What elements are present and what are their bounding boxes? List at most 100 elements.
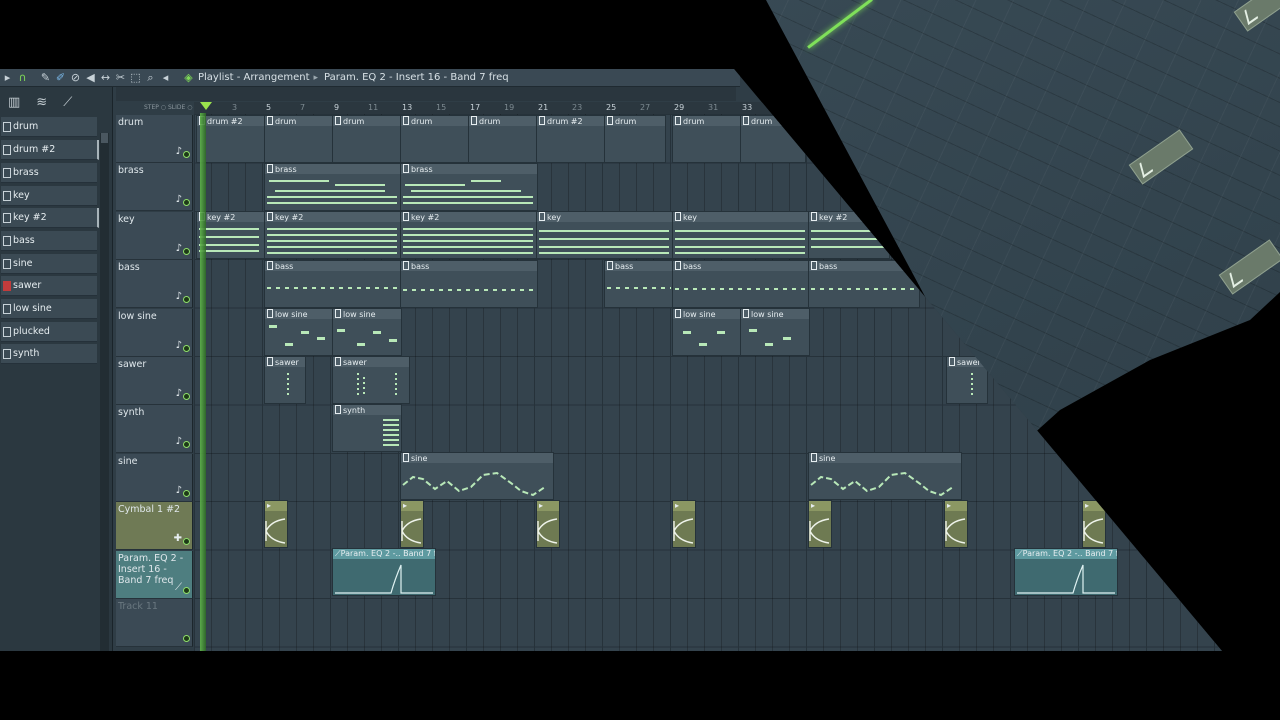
track-header-key[interactable]: key ♪: [116, 212, 193, 260]
slice-icon[interactable]: ✂: [113, 71, 128, 84]
clip-key[interactable]: key: [672, 211, 810, 259]
track-mute-led[interactable]: [183, 296, 190, 303]
clip-drum[interactable]: drum: [400, 115, 470, 163]
audio-view-icon[interactable]: ≋: [36, 95, 47, 110]
picker-item-drum[interactable]: drum: [1, 117, 97, 137]
clip-label: bass: [411, 262, 430, 271]
paint-icon[interactable]: ✐: [53, 71, 68, 84]
picker-item-bass[interactable]: bass: [1, 231, 97, 251]
clip-drum[interactable]: drum: [264, 115, 334, 163]
clip-header: key #2: [197, 212, 265, 222]
track-mute-led[interactable]: [183, 151, 190, 158]
clip-low-sine[interactable]: low sine: [672, 308, 742, 356]
track-mute-led[interactable]: [183, 587, 190, 594]
clip-bass[interactable]: bass: [808, 260, 920, 308]
track-header-automation[interactable]: Param. EQ 2 - Insert 16 - Band 7 freq ⟋: [116, 551, 193, 599]
menu-arrow-icon[interactable]: ▸: [0, 71, 15, 84]
clip-bass[interactable]: bass: [400, 260, 538, 308]
picker-item-synth[interactable]: synth: [1, 344, 97, 364]
zoom-icon[interactable]: ⌕: [143, 71, 158, 85]
playhead-icon[interactable]: [200, 102, 212, 110]
track-mute-led[interactable]: [183, 393, 190, 400]
clip-bass[interactable]: bass: [672, 260, 810, 308]
picker-item-key-2[interactable]: key #2: [1, 208, 99, 228]
clip-sine[interactable]: sine: [400, 452, 554, 500]
picker-item-low-sine[interactable]: low sine: [1, 299, 97, 319]
clip-drum[interactable]: drum: [332, 115, 402, 163]
track-mute-led[interactable]: [183, 538, 190, 545]
track-header-sine[interactable]: sine ♪: [116, 454, 193, 502]
clip-cymbal[interactable]: ▸: [808, 500, 832, 548]
select-icon[interactable]: ⬚: [128, 71, 143, 84]
track-mute-led[interactable]: [183, 248, 190, 255]
breadcrumb-automation[interactable]: Param. EQ 2 - Insert 16 - Band 7 freq: [324, 72, 509, 83]
picker-item-key[interactable]: key: [1, 186, 97, 206]
clip-drum[interactable]: drum: [468, 115, 538, 163]
picker-item-drum-2[interactable]: drum #2: [1, 140, 99, 160]
clip-automation[interactable]: ⟋Param. EQ 2 -.. Band 7 freq: [1014, 548, 1118, 596]
clip-key-2[interactable]: key #2: [808, 211, 890, 259]
clip-synth[interactable]: synth: [332, 404, 402, 452]
track-mute-led[interactable]: [183, 490, 190, 497]
clip-cymbal[interactable]: ▸: [536, 500, 560, 548]
clip-bass[interactable]: bass: [264, 260, 402, 308]
clip-brass[interactable]: brass: [400, 163, 538, 211]
track-mute-led[interactable]: [183, 345, 190, 352]
track-name: Track 11: [118, 601, 158, 612]
track-header-brass[interactable]: brass ♪: [116, 163, 193, 211]
pattern-view-icon[interactable]: ▥: [8, 95, 20, 110]
clip-drum[interactable]: drum: [740, 115, 806, 163]
automation-view-icon[interactable]: ⟋: [63, 95, 72, 110]
clip-drum[interactable]: drum: [604, 115, 666, 163]
speaker-icon[interactable]: ◂: [158, 71, 173, 84]
clip-key[interactable]: key: [536, 211, 674, 259]
picker-item-brass[interactable]: brass: [1, 163, 97, 183]
magnet-icon[interactable]: ∩: [15, 71, 30, 84]
delete-icon[interactable]: ⊘: [68, 71, 83, 84]
pencil-icon[interactable]: ✎: [38, 71, 53, 84]
track-header-low-sine[interactable]: low sine ♪: [116, 309, 193, 357]
picker-item-plucked[interactable]: plucked: [1, 322, 97, 342]
clip-sawer[interactable]: sawer: [264, 356, 306, 404]
picker-item-sawer[interactable]: sawer: [1, 276, 97, 296]
clip-key-2[interactable]: key #2: [400, 211, 538, 259]
track-header-sawer[interactable]: sawer ♪: [116, 357, 193, 405]
track-header-synth[interactable]: synth ♪: [116, 405, 193, 453]
slip-icon[interactable]: ↔: [98, 71, 113, 84]
time-ruler[interactable]: 5 9 13 17 21 25 29 33 3 7 11 15 19 23 27…: [194, 102, 814, 114]
clip-automation[interactable]: ⟋Param. EQ 2 -.. Band 7 freq: [332, 548, 436, 596]
clip-cymbal[interactable]: ▸: [944, 500, 968, 548]
clip-low-sine[interactable]: low sine: [264, 308, 334, 356]
track-header-track-11[interactable]: Track 11: [116, 599, 193, 647]
clip-key-2[interactable]: key #2: [264, 211, 402, 259]
track-header-drum[interactable]: drum ♪: [116, 115, 193, 163]
clip-drum[interactable]: drum: [672, 115, 742, 163]
waveform-icon: [1083, 518, 1104, 544]
breadcrumb-playlist[interactable]: Playlist - Arrangement: [198, 72, 310, 83]
picker-item-label: sawer: [13, 280, 42, 291]
clip-sawer[interactable]: sawer: [332, 356, 410, 404]
clip-drum-2[interactable]: drum #2: [536, 115, 606, 163]
clip-low-sine[interactable]: low sine: [332, 308, 402, 356]
picker-scrollbar[interactable]: [100, 133, 109, 651]
track-header-cymbal[interactable]: Cymbal 1 #2 ✚: [116, 502, 193, 550]
clip-drum-2[interactable]: drum #2: [196, 115, 266, 163]
step-slide-toggles[interactable]: STEP ○ SLIDE ○: [144, 104, 192, 111]
clip-key-2[interactable]: key #2: [196, 211, 266, 259]
track-mute-led[interactable]: [183, 635, 190, 642]
clip-cymbal[interactable]: ▸: [672, 500, 696, 548]
clip-cymbal[interactable]: ▸: [264, 500, 288, 548]
clip-low-sine[interactable]: low sine: [740, 308, 810, 356]
clip-cymbal[interactable]: ▸: [400, 500, 424, 548]
track-header-bass[interactable]: bass ♪: [116, 260, 193, 308]
clip-sine[interactable]: sine: [808, 452, 962, 500]
track-mute-led[interactable]: [183, 441, 190, 448]
mute-icon[interactable]: ◀: [83, 71, 98, 84]
track-mute-led[interactable]: [183, 199, 190, 206]
clip-cymbal[interactable]: ▸: [1082, 500, 1106, 548]
horizontal-scrollbar[interactable]: [116, 87, 736, 101]
clip-brass[interactable]: brass: [264, 163, 402, 211]
clip-bass[interactable]: bass: [604, 260, 674, 308]
picker-item-sine[interactable]: sine: [1, 254, 97, 274]
picker-panel: ▥ ≋ ⟋ drum drum #2 brass key key #2 bass…: [0, 87, 113, 651]
